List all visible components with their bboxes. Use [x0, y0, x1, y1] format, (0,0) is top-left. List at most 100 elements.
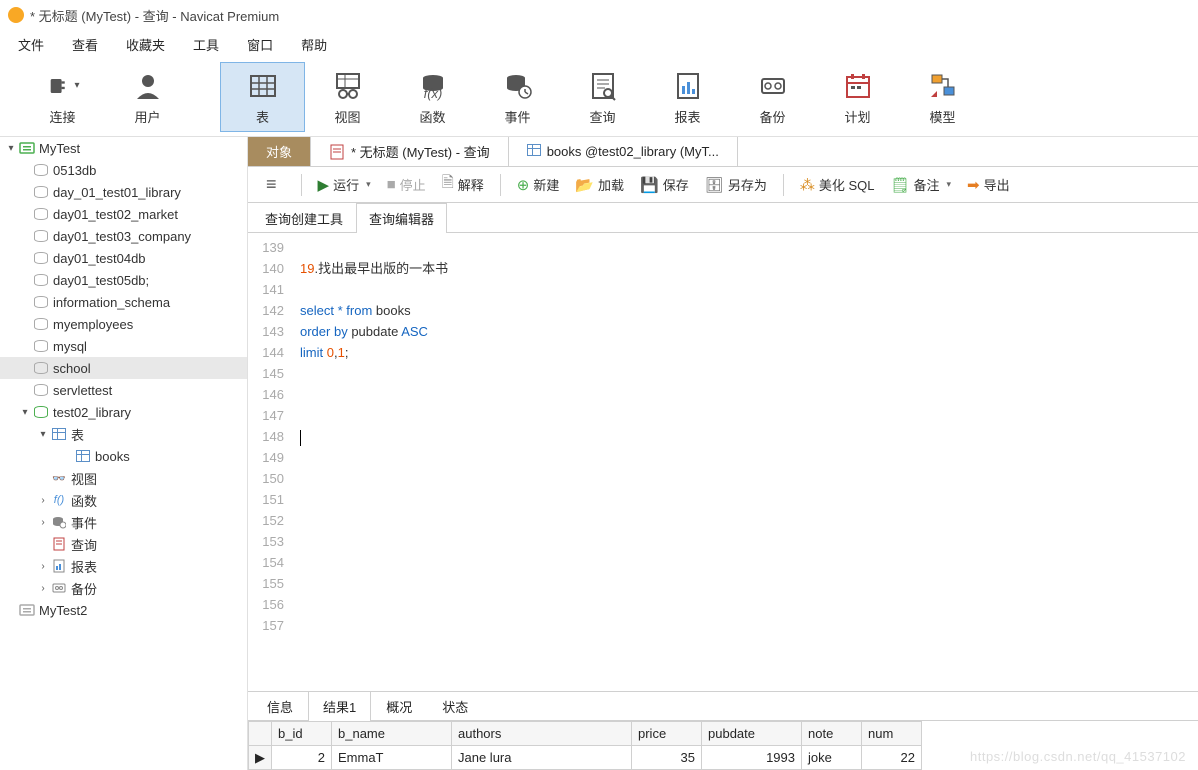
menu-favorites[interactable]: 收藏夹 — [116, 31, 183, 58]
tree-db-item[interactable]: mysql — [0, 335, 247, 357]
run-button[interactable]: ▶运行▾ — [312, 172, 377, 197]
cell[interactable]: 1993 — [702, 746, 802, 770]
database-icon — [32, 384, 50, 396]
toolbar-function[interactable]: f(x) 函数 — [390, 62, 475, 132]
tree-db-item[interactable]: information_schema — [0, 291, 247, 313]
tab-books-table[interactable]: books @test02_library (MyT... — [509, 137, 738, 166]
save-button[interactable]: 💾保存 — [634, 172, 695, 197]
cell[interactable]: joke — [802, 746, 862, 770]
tree-connection-mytest[interactable]: ▾ MyTest — [0, 137, 247, 159]
menu-help[interactable]: 帮助 — [291, 31, 345, 58]
plan-icon — [841, 69, 875, 103]
tree-views-folder[interactable]: 👓 视图 — [0, 467, 247, 489]
tree-backups-folder[interactable]: › 备份 — [0, 577, 247, 599]
note-button[interactable]: 🗒备注▾ — [884, 172, 957, 197]
tab-query-untitled[interactable]: * 无标题 (MyTest) - 查询 — [311, 137, 509, 166]
database-icon — [32, 340, 50, 352]
result-tab-profile[interactable]: 概况 — [371, 691, 427, 721]
tree-db-item[interactable]: servlettest — [0, 379, 247, 401]
column-header[interactable]: authors — [452, 722, 632, 746]
tree-functions-folder[interactable]: ›f() 函数 — [0, 489, 247, 511]
toolbar-connect[interactable]: ▾ 连接 — [20, 62, 105, 132]
result-tab-result1[interactable]: 结果1 — [308, 691, 371, 721]
svg-text:f(x): f(x) — [423, 86, 442, 101]
result-tab-status[interactable]: 状态 — [427, 691, 483, 721]
hamburger-button[interactable]: ≡ — [260, 171, 283, 198]
tree-db-test02-library[interactable]: ▾ test02_library — [0, 401, 247, 423]
tree-db-item[interactable]: day01_test02_market — [0, 203, 247, 225]
table-row[interactable]: ▶2EmmaTJane lura351993joke22 — [249, 746, 922, 770]
tree-db-item[interactable]: day01_test03_company — [0, 225, 247, 247]
beautify-button[interactable]: ⁂美化 SQL — [794, 172, 881, 197]
cell[interactable]: 2 — [272, 746, 332, 770]
result-tab-info[interactable]: 信息 — [252, 691, 308, 721]
new-button[interactable]: ⊕新建 — [511, 172, 566, 197]
tree-events-folder[interactable]: › 事件 — [0, 511, 247, 533]
sidebar[interactable]: ▾ MyTest 0513dbday_01_test01_libraryday0… — [0, 137, 248, 770]
column-header[interactable]: num — [862, 722, 922, 746]
result-tabs: 信息 结果1 概况 状态 — [248, 691, 1198, 721]
note-icon: 🗒 — [890, 176, 909, 194]
cell[interactable]: 22 — [862, 746, 922, 770]
tree-connection-mytest2[interactable]: MyTest2 — [0, 599, 247, 621]
connection-icon — [18, 603, 36, 617]
explain-button[interactable]: 🗎解释 — [436, 169, 490, 200]
play-icon: ▶ — [318, 176, 330, 194]
tree-db-item[interactable]: day01_test04db — [0, 247, 247, 269]
table-item-icon — [74, 450, 92, 462]
cell[interactable]: 35 — [632, 746, 702, 770]
tree-tables-folder[interactable]: ▾ 表 — [0, 423, 247, 445]
new-icon: ⊕ — [517, 176, 530, 194]
cell[interactable]: Jane lura — [452, 746, 632, 770]
tree-db-item[interactable]: day_01_test01_library — [0, 181, 247, 203]
tree-db-item[interactable]: school — [0, 357, 247, 379]
row-header-blank — [249, 722, 272, 746]
row-indicator[interactable]: ▶ — [249, 746, 272, 770]
menu-view[interactable]: 查看 — [62, 31, 116, 58]
tree-table-books[interactable]: books — [0, 445, 247, 467]
column-header[interactable]: pubdate — [702, 722, 802, 746]
code-area[interactable]: 19.找出最早出版的一本书 select * from books order … — [292, 233, 1198, 691]
events-icon — [50, 515, 68, 529]
menu-window[interactable]: 窗口 — [237, 31, 291, 58]
toolbar-view[interactable]: 视图 — [305, 62, 390, 132]
column-header[interactable]: b_name — [332, 722, 452, 746]
column-header[interactable]: b_id — [272, 722, 332, 746]
tab-objects[interactable]: 对象 — [248, 137, 311, 166]
tree-db-item[interactable]: 0513db — [0, 159, 247, 181]
toolbar-backup[interactable]: 备份 — [730, 62, 815, 132]
toolbar-event[interactable]: 事件 — [475, 62, 560, 132]
window-title: * 无标题 (MyTest) - 查询 - Navicat Premium — [30, 6, 279, 25]
menu-tools[interactable]: 工具 — [183, 31, 237, 58]
toolbar-query[interactable]: 查询 — [560, 62, 645, 132]
database-icon — [32, 362, 50, 374]
subtab-editor[interactable]: 查询编辑器 — [356, 203, 447, 233]
toolbar-plan[interactable]: 计划 — [815, 62, 900, 132]
user-icon — [131, 69, 165, 103]
sql-editor[interactable]: 139 140 141 142 143 144 145 146 147 148 … — [248, 233, 1198, 691]
toolbar-table[interactable]: 表 — [220, 62, 305, 132]
saveas-button[interactable]: 🗄另存为 — [699, 172, 773, 197]
stop-button[interactable]: ■停止 — [381, 172, 432, 197]
main-area: ▾ MyTest 0513dbday_01_test01_libraryday0… — [0, 136, 1198, 770]
load-button[interactable]: 📂加载 — [569, 172, 630, 197]
subtab-builder[interactable]: 查询创建工具 — [252, 203, 356, 233]
tree-reports-folder[interactable]: › 报表 — [0, 555, 247, 577]
toolbar-model[interactable]: 模型 — [900, 62, 985, 132]
tree-db-item[interactable]: day01_test05db; — [0, 269, 247, 291]
toolbar-users[interactable]: 用户 — [105, 62, 190, 132]
toolbar-report[interactable]: 报表 — [645, 62, 730, 132]
function-icon: f(x) — [416, 69, 450, 103]
cell[interactable]: EmmaT — [332, 746, 452, 770]
database-icon — [32, 164, 50, 176]
menu-file[interactable]: 文件 — [8, 31, 62, 58]
reports-icon — [50, 559, 68, 573]
query-tab-icon — [329, 144, 345, 160]
column-header[interactable]: price — [632, 722, 702, 746]
saveas-icon: 🗄 — [705, 176, 724, 194]
column-header[interactable]: note — [802, 722, 862, 746]
export-button[interactable]: ➡导出 — [961, 172, 1016, 197]
tree-db-item[interactable]: myemployees — [0, 313, 247, 335]
tree-queries-folder[interactable]: 查询 — [0, 533, 247, 555]
result-grid[interactable]: b_idb_nameauthorspricepubdatenotenum ▶2E… — [248, 721, 1198, 770]
